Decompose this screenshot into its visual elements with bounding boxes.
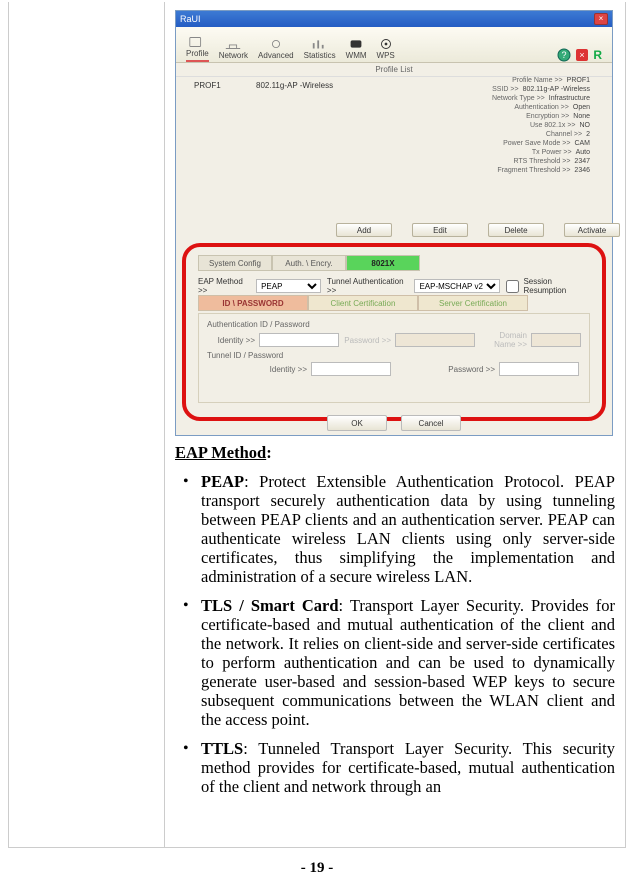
section-heading: EAP Method: <box>175 444 615 463</box>
tunnel-identity-input[interactable] <box>311 362 391 376</box>
window-titlebar: RaUI × <box>176 11 612 27</box>
tunnel-password-input[interactable] <box>499 362 579 376</box>
doc-item-ttls: TTLS: Tunneled Transport Layer Security.… <box>201 740 615 797</box>
tab-profile[interactable]: Profile <box>186 35 209 62</box>
svg-text:?: ? <box>562 50 567 60</box>
subtab-auth-encry[interactable]: Auth. \ Encry. <box>272 255 346 271</box>
auth-domain-input <box>531 333 581 347</box>
eap-method-label: EAP Method >> <box>198 277 250 295</box>
tunnel-identity-label: Identity >> <box>207 365 307 374</box>
window-title: RaUI <box>180 14 201 24</box>
close-red-icon[interactable]: × <box>575 48 589 62</box>
page-number: - 19 - <box>0 860 634 877</box>
tunnel-password-label: Password >> <box>395 365 495 374</box>
tab-wmm[interactable]: WMM <box>346 37 367 62</box>
tab-id-password[interactable]: ID \ PASSWORD <box>198 295 308 311</box>
delete-button[interactable]: Delete <box>488 223 544 237</box>
tab-advanced[interactable]: Advanced <box>258 37 294 62</box>
activate-button[interactable]: Activate <box>564 223 620 237</box>
svg-text:×: × <box>580 50 585 60</box>
cancel-button[interactable]: Cancel <box>401 415 461 431</box>
eap-method-select[interactable]: PEAP <box>256 279 321 293</box>
add-button[interactable]: Add <box>336 223 392 237</box>
tab-client-cert[interactable]: Client Certification <box>308 295 418 311</box>
tab-wps[interactable]: WPS <box>377 37 395 62</box>
edit-button[interactable]: Edit <box>412 223 468 237</box>
subtab-8021x[interactable]: 8021X <box>346 255 420 271</box>
doc-item-tls: TLS / Smart Card: Transport Layer Securi… <box>201 597 615 730</box>
auth-password-input <box>395 333 475 347</box>
main-toolbar: Profile Network Advanced Statistics <box>176 27 612 63</box>
app-screenshot: RaUI × Profile Network <box>175 6 615 436</box>
profile-details: Profile Name >>PROF1 SSID >>802.11g-AP -… <box>400 75 590 176</box>
auth-identity-input[interactable] <box>259 333 339 347</box>
tab-server-cert[interactable]: Server Certification <box>418 295 528 311</box>
tab-statistics[interactable]: Statistics <box>304 37 336 62</box>
doc-item-peap: PEAP: Protect Extensible Authentication … <box>201 473 615 587</box>
tunnel-id-group-label: Tunnel ID / Password <box>207 351 581 360</box>
session-resumption-checkbox[interactable] <box>506 280 519 293</box>
tab-network[interactable]: Network <box>219 37 248 62</box>
subtab-system-config[interactable]: System Config <box>198 255 272 271</box>
session-resumption-label: Session Resumption <box>523 277 590 295</box>
auth-identity-label: Identity >> <box>207 336 255 345</box>
auth-password-label: Password >> <box>343 336 391 345</box>
r-badge: R <box>593 48 602 62</box>
auth-domain-label: Domain Name >> <box>479 331 527 349</box>
document-text: EAP Method: PEAP: Protect Extensible Aut… <box>175 436 615 806</box>
ok-button[interactable]: OK <box>327 415 387 431</box>
id-password-form: Authentication ID / Password Identity >>… <box>198 313 590 403</box>
auth-id-group-label: Authentication ID / Password <box>207 320 581 329</box>
help-icon[interactable]: ? <box>557 48 571 62</box>
close-icon[interactable]: × <box>594 13 608 25</box>
tunnel-auth-select[interactable]: EAP-MSCHAP v2 <box>414 279 500 293</box>
tunnel-auth-label: Tunnel Authentication >> <box>327 277 409 295</box>
